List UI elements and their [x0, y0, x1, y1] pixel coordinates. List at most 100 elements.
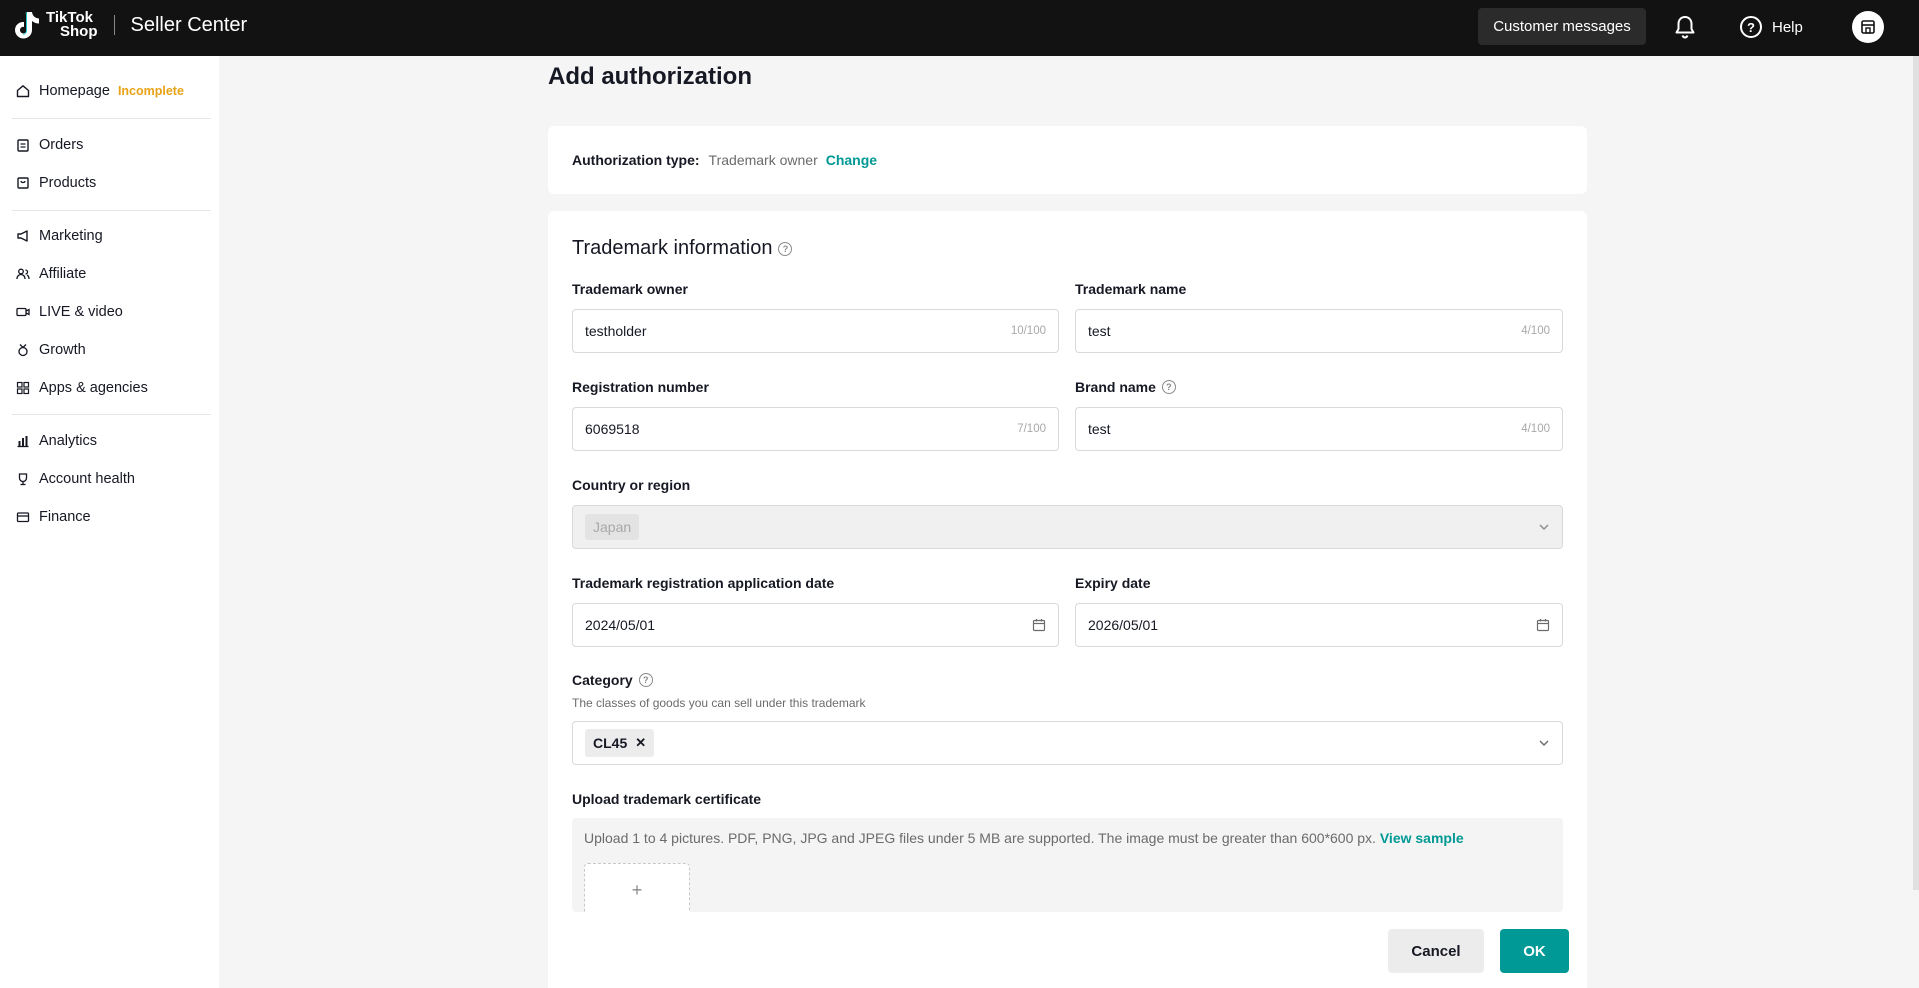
upload-image-button[interactable]: + [584, 863, 690, 912]
change-authorization-link[interactable]: Change [826, 152, 877, 168]
megaphone-icon [16, 229, 30, 243]
tiktok-logo-icon [14, 10, 40, 40]
input-value: test [1088, 421, 1111, 437]
help-tooltip-icon[interactable]: ? [778, 241, 793, 256]
sidebar-item-label: Account health [39, 471, 135, 487]
sidebar-item-orders[interactable]: Orders [16, 133, 83, 157]
chevron-down-icon [1539, 740, 1549, 746]
sidebar-item-label: Orders [39, 137, 84, 153]
ok-button[interactable]: OK [1500, 929, 1569, 973]
calendar-icon [1032, 619, 1046, 632]
sidebar-item-analytics[interactable]: Analytics [16, 429, 97, 453]
sidebar-divider [12, 210, 211, 211]
trademark-name-label: Trademark name [1075, 281, 1187, 297]
category-label-text: Category [572, 672, 633, 688]
store-icon [1861, 20, 1875, 34]
brand-name-input[interactable]: test 4/100 [1075, 407, 1563, 451]
scrollbar[interactable] [1913, 56, 1919, 890]
upload-area: Upload 1 to 4 pictures. PDF, PNG, JPG an… [572, 818, 1563, 912]
medal-icon [16, 343, 30, 357]
input-value: 2024/05/01 [585, 617, 656, 633]
expiry-date-picker[interactable]: 2026/05/01 [1075, 603, 1563, 647]
chart-icon [16, 434, 30, 448]
help-tooltip-icon[interactable]: ? [1161, 380, 1176, 394]
char-counter: 4/100 [1521, 325, 1550, 337]
sidebar-item-label: Homepage [39, 83, 110, 99]
category-tag: CL45 ✕ [585, 729, 655, 757]
remove-tag-icon[interactable]: ✕ [635, 735, 646, 751]
sidebar-divider [12, 118, 211, 119]
help-icon: ? [1740, 16, 1762, 38]
sidebar-item-homepage[interactable]: Homepage Incomplete [16, 79, 184, 103]
sidebar-item-apps-agencies[interactable]: Apps & agencies [16, 376, 148, 400]
sidebar-item-products[interactable]: Products [16, 171, 96, 195]
category-label: Category ? [572, 672, 653, 688]
char-counter: 4/100 [1521, 423, 1550, 435]
authorization-type-label: Authorization type: [572, 152, 700, 168]
incomplete-badge: Incomplete [117, 84, 184, 98]
trademark-name-input[interactable]: test 4/100 [1075, 309, 1563, 353]
trophy-icon [16, 472, 30, 486]
trademark-owner-input[interactable]: testholder 10/100 [572, 309, 1059, 353]
country-region-label: Country or region [572, 477, 691, 493]
brand-name-label-text: Brand name [1075, 379, 1156, 395]
sidebar-item-label: Analytics [39, 433, 98, 449]
trademark-info-title: Trademark information [572, 237, 773, 259]
bag-icon [16, 176, 30, 190]
input-value: testholder [585, 323, 647, 339]
home-icon [16, 84, 30, 98]
registration-number-input[interactable]: 6069518 7/100 [572, 407, 1059, 451]
input-value: test [1088, 323, 1111, 339]
application-date-picker[interactable]: 2024/05/01 [572, 603, 1059, 647]
brand-name-label: Brand name ? [1075, 379, 1176, 395]
sidebar-item-affiliate[interactable]: Affiliate [16, 262, 86, 286]
top-bar: TikTok Shop Seller Center Customer messa… [0, 0, 1919, 56]
app-title: Seller Center [130, 13, 248, 36]
sidebar-item-label: Growth [39, 342, 86, 358]
notification-bell-icon[interactable] [1673, 14, 1697, 40]
upload-certificate-label: Upload trademark certificate [572, 791, 762, 807]
view-sample-link[interactable]: View sample [1380, 830, 1464, 846]
sidebar-divider [12, 414, 211, 415]
calendar-icon [1536, 619, 1550, 632]
plus-icon: + [631, 880, 643, 900]
input-value: 6069518 [585, 421, 640, 437]
expiry-date-label: Expiry date [1075, 575, 1151, 591]
apps-icon [16, 381, 30, 395]
sidebar-item-growth[interactable]: Growth [16, 338, 86, 362]
customer-messages-button[interactable]: Customer messages [1478, 8, 1646, 45]
upload-instructions-text: Upload 1 to 4 pictures. PDF, PNG, JPG an… [584, 830, 1376, 846]
country-region-select[interactable]: Japan [572, 505, 1563, 549]
category-hint: The classes of goods you can sell under … [572, 696, 866, 710]
char-counter: 10/100 [1010, 325, 1046, 337]
sidebar-item-label: Finance [39, 509, 91, 525]
registration-number-label: Registration number [572, 379, 709, 395]
trademark-owner-label: Trademark owner [572, 281, 688, 297]
sidebar-item-label: Affiliate [39, 266, 87, 282]
video-icon [16, 305, 30, 319]
tiktok-shop-logo[interactable]: TikTok Shop Seller Center [14, 10, 247, 40]
char-counter: 7/100 [1017, 423, 1046, 435]
application-date-label: Trademark registration application date [572, 575, 835, 591]
upload-instructions: Upload 1 to 4 pictures. PDF, PNG, JPG an… [584, 830, 1464, 846]
people-icon [16, 267, 30, 281]
sidebar-item-account-health[interactable]: Account health [16, 467, 135, 491]
sidebar-item-label: Products [39, 175, 97, 191]
country-tag: Japan [585, 514, 640, 540]
sidebar-item-marketing[interactable]: Marketing [16, 224, 103, 248]
sidebar: Homepage Incomplete Orders Products Mark… [0, 56, 219, 988]
cancel-button[interactable]: Cancel [1388, 929, 1484, 973]
help-button[interactable]: ? Help [1740, 14, 1803, 40]
section-title: Trademark information ? [572, 237, 793, 260]
trademark-information-card: Trademark information ? Trademark owner … [548, 211, 1587, 988]
help-label: Help [1772, 18, 1803, 36]
help-tooltip-icon[interactable]: ? [638, 673, 653, 687]
sidebar-item-live-video[interactable]: LIVE & video [16, 300, 123, 324]
category-select[interactable]: CL45 ✕ [572, 721, 1563, 765]
authorization-type-card: Authorization type: Trademark owner Chan… [548, 126, 1587, 194]
input-value: 2026/05/01 [1088, 617, 1159, 633]
sidebar-item-finance[interactable]: Finance [16, 505, 91, 529]
shop-avatar[interactable] [1852, 11, 1884, 43]
page-title: Add authorization [548, 63, 752, 90]
category-tag-label: CL45 [593, 735, 628, 751]
